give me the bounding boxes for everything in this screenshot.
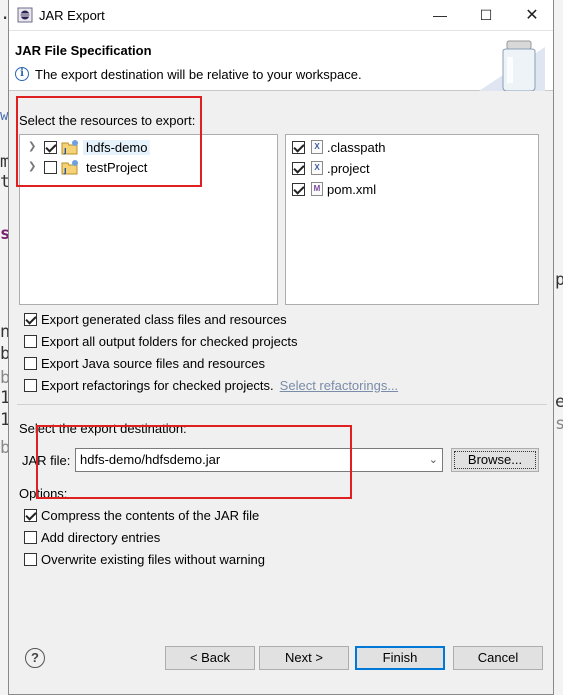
- export-refactorings-checkbox[interactable]: [24, 378, 37, 392]
- back-label: < Back: [189, 650, 231, 665]
- file-item-label: .classpath: [327, 139, 386, 155]
- select-refactorings-link[interactable]: Select refactorings...: [280, 378, 399, 393]
- cancel-button[interactable]: Cancel: [453, 646, 543, 670]
- eclipse-app-icon: [17, 7, 33, 23]
- option-label: Add directory entries: [41, 529, 161, 545]
- close-icon: ✕: [525, 7, 539, 24]
- close-button[interactable]: ✕: [509, 0, 555, 31]
- xml-file-icon: X: [311, 140, 323, 154]
- browse-button[interactable]: Browse...: [451, 448, 539, 472]
- background-text: e: [555, 392, 563, 412]
- option-label: Export all output folders for checked pr…: [41, 333, 298, 349]
- option-label: Overwrite existing files without warning: [41, 551, 265, 567]
- option-label: Export generated class files and resourc…: [41, 311, 287, 327]
- window-title: JAR Export: [39, 8, 105, 23]
- export-source-checkbox[interactable]: [24, 356, 37, 370]
- info-icon: i: [15, 67, 29, 81]
- compress-checkbox[interactable]: [24, 508, 37, 522]
- chevron-down-icon[interactable]: ⌄: [429, 449, 438, 471]
- files-list[interactable]: X .classpath X .project M pom.xml: [285, 134, 539, 305]
- file-item-label: .project: [327, 160, 370, 176]
- project-file-checkbox[interactable]: [292, 161, 305, 175]
- file-item-label: pom.xml: [327, 181, 377, 197]
- export-output-folders-checkbox[interactable]: [24, 334, 37, 348]
- export-class-files-checkbox[interactable]: [24, 312, 37, 326]
- export-output-folders-option[interactable]: Export all output folders for checked pr…: [24, 332, 298, 350]
- maven-file-icon: M: [311, 182, 323, 196]
- file-item-classpath[interactable]: X .classpath: [292, 137, 386, 157]
- overwrite-checkbox[interactable]: [24, 552, 37, 566]
- maximize-icon: ☐: [479, 7, 493, 23]
- wizard-banner: JAR File Specification i The export dest…: [9, 31, 553, 91]
- file-item-pom[interactable]: M pom.xml: [292, 179, 376, 199]
- compress-option[interactable]: Compress the contents of the JAR file: [24, 506, 259, 524]
- minimize-button[interactable]: —: [417, 0, 463, 31]
- banner-message: The export destination will be relative …: [35, 67, 362, 82]
- option-label: Compress the contents of the JAR file: [41, 507, 260, 523]
- pom-checkbox[interactable]: [292, 182, 305, 196]
- add-directory-entries-option[interactable]: Add directory entries: [24, 528, 160, 546]
- page-title: JAR File Specification: [15, 43, 152, 58]
- add-directory-entries-checkbox[interactable]: [24, 530, 37, 544]
- export-source-option[interactable]: Export Java source files and resources: [24, 354, 265, 372]
- background-editor-right: [554, 0, 563, 695]
- overwrite-option[interactable]: Overwrite existing files without warning: [24, 550, 265, 568]
- xml-file-icon: X: [311, 161, 323, 175]
- jar-image-icon: [479, 40, 545, 91]
- browse-label: Browse...: [467, 452, 523, 467]
- back-button[interactable]: < Back: [165, 646, 255, 670]
- minimize-icon: —: [433, 7, 447, 23]
- background-text: p: [555, 270, 563, 290]
- finish-button[interactable]: Finish: [355, 646, 445, 670]
- export-refactorings-option[interactable]: Export refactorings for checked projects…: [24, 376, 398, 394]
- export-class-files-option[interactable]: Export generated class files and resourc…: [24, 310, 287, 328]
- option-label: Export refactorings for checked projects…: [41, 377, 274, 393]
- finish-label: Finish: [382, 650, 418, 665]
- option-label: Export Java source files and resources: [41, 355, 265, 371]
- file-item-project[interactable]: X .project: [292, 158, 370, 178]
- help-icon[interactable]: ?: [25, 648, 45, 668]
- title-bar[interactable]: JAR Export — ☐ ✕: [9, 0, 553, 31]
- next-label: Next >: [285, 650, 323, 665]
- separator: [17, 404, 547, 405]
- classpath-checkbox[interactable]: [292, 140, 305, 154]
- maximize-button[interactable]: ☐: [463, 0, 509, 31]
- background-text: s: [555, 414, 563, 434]
- annotation-box-resources: [16, 96, 202, 187]
- next-button[interactable]: Next >: [259, 646, 349, 670]
- cancel-label: Cancel: [477, 650, 519, 665]
- annotation-box-destination: [36, 425, 352, 499]
